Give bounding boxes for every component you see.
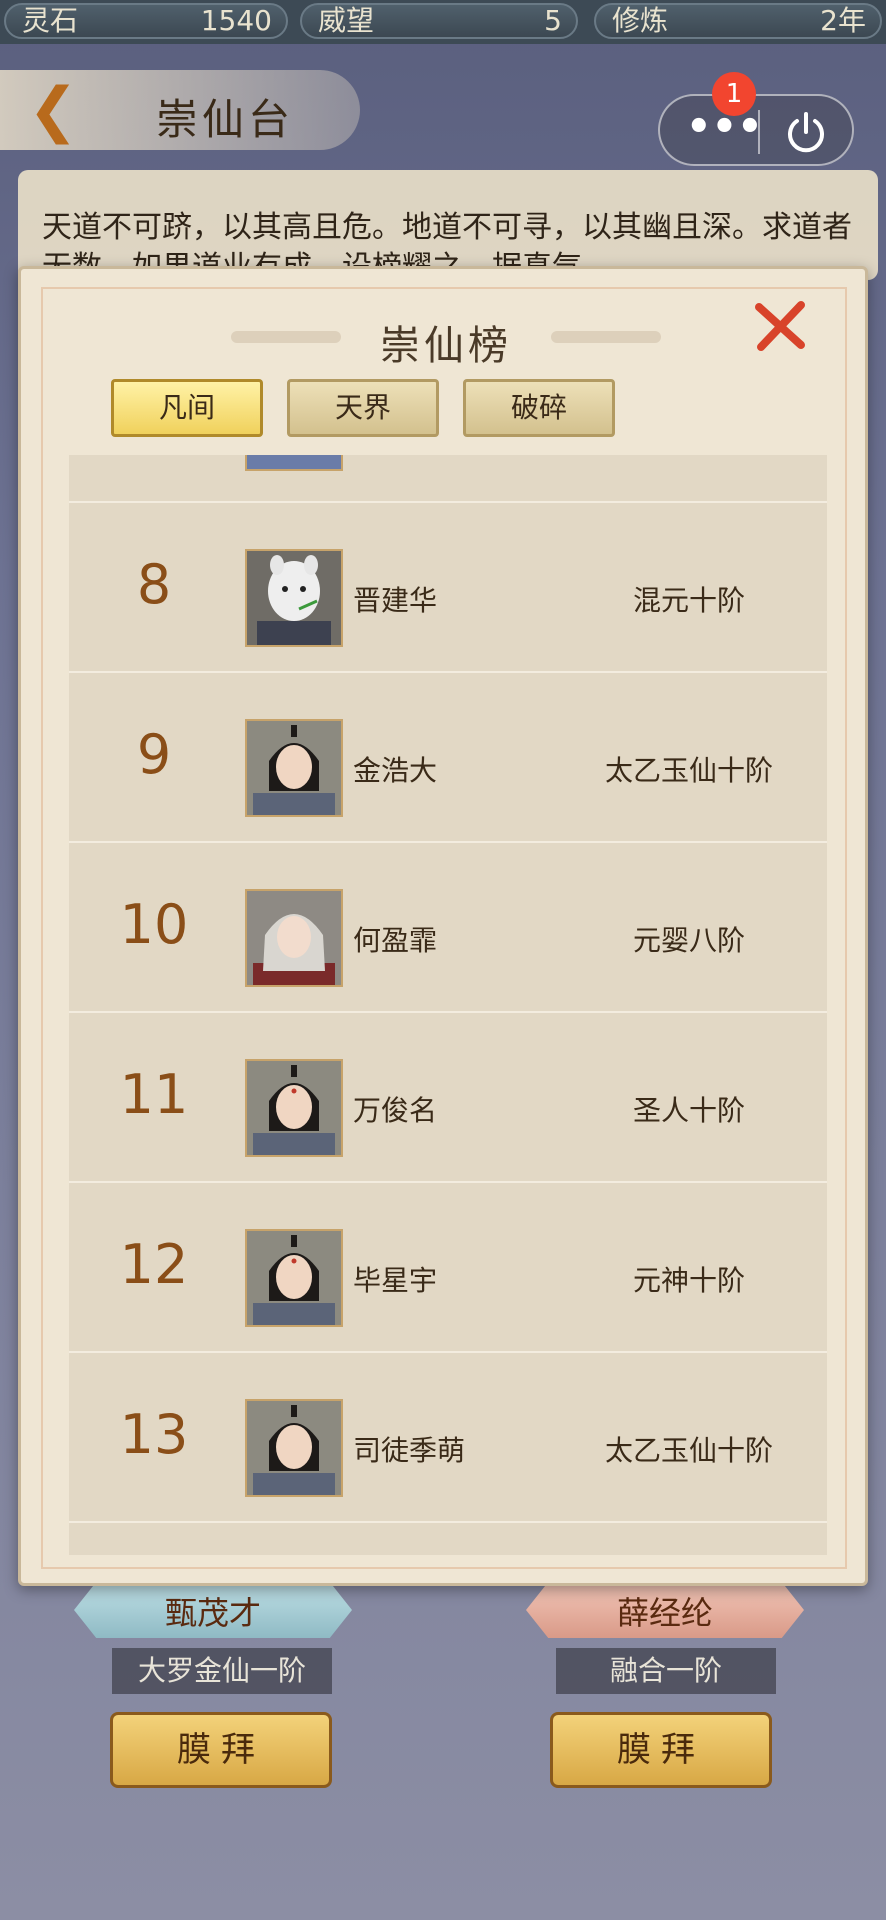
player-name: 毕星宇: [353, 1264, 438, 1297]
resource-value: 2年: [820, 4, 866, 37]
candidate-realm: 融合一阶: [556, 1648, 776, 1694]
table-row[interactable]: 10 何盈霏 元婴八阶: [69, 845, 827, 1013]
avatar[interactable]: [245, 889, 343, 987]
back-arrow-icon[interactable]: ❮: [28, 80, 78, 140]
page-title: 崇仙台: [156, 95, 295, 144]
resource-bar: 灵石 1540 威望 5 修炼 2年: [0, 0, 886, 44]
resource-label: 灵石: [22, 4, 79, 37]
rank-number: 10: [119, 893, 189, 956]
tab-heaven[interactable]: 天界: [287, 379, 439, 437]
avatar[interactable]: [245, 549, 343, 647]
player-name: 万俊名: [353, 1094, 438, 1127]
resource-spirit-stone: 灵石 1540: [4, 3, 288, 39]
rank-number: 9: [136, 723, 172, 786]
player-realm: 元婴八阶: [632, 924, 745, 957]
more-icon[interactable]: •••: [686, 107, 763, 150]
ranking-modal: 崇仙榜 凡间 天界 破碎 7 8: [18, 266, 868, 1586]
power-icon[interactable]: [782, 108, 830, 156]
modal-title: 崇仙榜: [380, 323, 512, 369]
worship-button[interactable]: 膜拜: [550, 1712, 772, 1788]
table-row: 7: [69, 455, 827, 503]
resource-value: 5: [544, 4, 562, 37]
resource-value: 1540: [200, 4, 272, 37]
player-realm: 太乙玉仙十阶: [604, 1434, 773, 1467]
tab-shattered[interactable]: 破碎: [463, 379, 615, 437]
candidate-name: 甄茂才: [164, 1594, 261, 1632]
avatar[interactable]: [245, 1399, 343, 1497]
rank-number: 12: [119, 1233, 189, 1296]
table-row[interactable]: 11 万俊名 圣人十阶: [69, 1015, 827, 1183]
divider: [758, 110, 760, 154]
avatar[interactable]: [245, 1229, 343, 1327]
resource-label: 修炼: [612, 4, 669, 37]
candidate-realm: 大罗金仙一阶: [112, 1648, 332, 1694]
table-row[interactable]: 13 司徒季萌 太乙玉仙十阶: [69, 1355, 827, 1523]
rank-number: 13: [119, 1403, 189, 1466]
player-name: 晋建华: [353, 584, 438, 617]
rank-number: 8: [136, 553, 172, 616]
resource-label: 威望: [318, 4, 375, 37]
ranking-list[interactable]: 7 8 晋建华 混元十阶 9: [69, 455, 827, 1555]
table-row[interactable]: 8 晋建华 混元十阶: [69, 505, 827, 673]
close-icon[interactable]: [751, 297, 809, 355]
resource-prestige: 威望 5: [300, 3, 578, 39]
player-name: 金浩大: [353, 754, 438, 787]
mini-program-capsule: •••: [658, 94, 854, 166]
candidate-name: 薛经纶: [616, 1594, 713, 1632]
resource-cultivation: 修炼 2年: [594, 3, 882, 39]
rank-number: 11: [119, 1063, 189, 1126]
avatar[interactable]: [245, 1059, 343, 1157]
player-name: 何盈霏: [353, 924, 438, 957]
avatar[interactable]: [245, 719, 343, 817]
player-name: 司徒季萌: [353, 1434, 466, 1467]
worship-button[interactable]: 膜拜: [110, 1712, 332, 1788]
candidate-right: 薛经纶: [526, 1582, 804, 1638]
tab-mortal[interactable]: 凡间: [111, 379, 263, 437]
avatar: [245, 455, 343, 471]
table-row[interactable]: 9 金浩大 太乙玉仙十阶: [69, 675, 827, 843]
player-realm: 元神十阶: [632, 1264, 745, 1297]
player-realm: 混元十阶: [632, 584, 745, 617]
intro-panel: 天道不可跻，以其高且危。地道不可寻，以其幽且深。求道者无数，如果道业有成，设榜耀…: [18, 170, 878, 285]
candidate-left: 甄茂才: [74, 1582, 352, 1638]
player-realm: 圣人十阶: [632, 1094, 745, 1127]
player-realm: 太乙玉仙十阶: [604, 754, 773, 787]
table-row[interactable]: 12 毕星宇 元神十阶: [69, 1185, 827, 1353]
notification-badge: 1: [712, 72, 756, 116]
